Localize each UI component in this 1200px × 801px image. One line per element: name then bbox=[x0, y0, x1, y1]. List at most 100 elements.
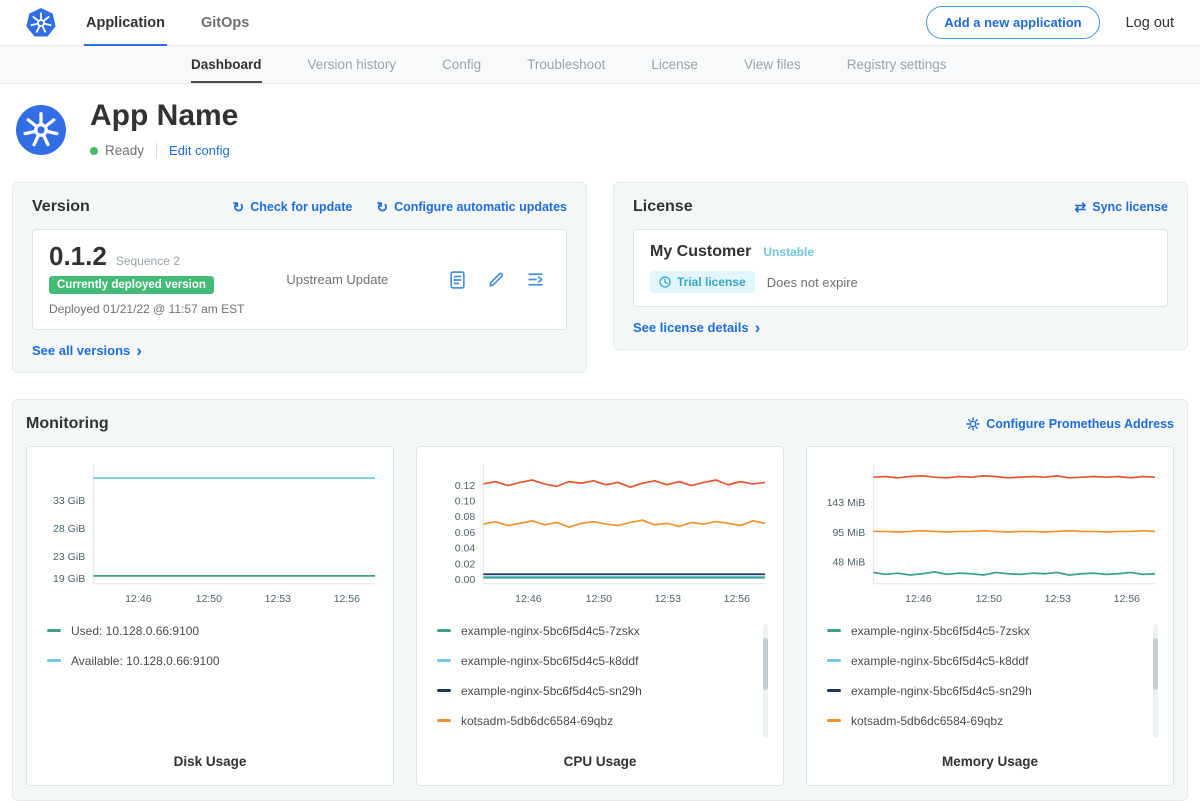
app-logo-icon bbox=[16, 105, 66, 155]
legend-item: kotsadm-5db6dc6584-69qbz bbox=[437, 714, 753, 728]
svg-text:12:46: 12:46 bbox=[125, 593, 152, 605]
configure-automatic-updates-label: Configure automatic updates bbox=[394, 200, 567, 214]
see-all-versions-link[interactable]: See all versions › bbox=[32, 343, 567, 358]
subnav-item-troubleshoot[interactable]: Troubleshoot bbox=[504, 46, 628, 83]
svg-text:12:46: 12:46 bbox=[905, 593, 932, 605]
svg-text:12:46: 12:46 bbox=[515, 593, 542, 605]
disk-usage-legend: Used: 10.128.0.66:9100Available: 10.128.… bbox=[39, 622, 381, 684]
legend-swatch-icon bbox=[47, 629, 61, 632]
svg-text:0.06: 0.06 bbox=[455, 527, 476, 539]
svg-text:19 GiB: 19 GiB bbox=[53, 573, 85, 585]
legend-label: example-nginx-5bc6f5d4c5-k8ddf bbox=[461, 654, 638, 668]
legend-swatch-icon bbox=[437, 629, 451, 632]
subnav-label: Config bbox=[442, 57, 481, 72]
svg-text:48 MiB: 48 MiB bbox=[832, 556, 865, 568]
legend-label: kotsadm-5db6dc6584-69qbz bbox=[851, 714, 1003, 728]
deployed-timestamp: Deployed 01/21/22 @ 11:57 am EST bbox=[49, 302, 244, 316]
legend-item: example-nginx-5bc6f5d4c5-sn29h bbox=[437, 684, 753, 698]
kubernetes-logo-icon bbox=[26, 8, 56, 38]
divider bbox=[156, 143, 157, 158]
see-license-details-link[interactable]: See license details › bbox=[633, 320, 1168, 335]
subnav-item-registry-settings[interactable]: Registry settings bbox=[824, 46, 970, 83]
legend-label: example-nginx-5bc6f5d4c5-7zskx bbox=[461, 624, 640, 638]
svg-text:0.04: 0.04 bbox=[455, 543, 476, 555]
sync-license-label: Sync license bbox=[1092, 200, 1168, 214]
version-number: 0.1.2 bbox=[49, 243, 107, 269]
legend-item: Used: 10.128.0.66:9100 bbox=[47, 624, 363, 638]
subnav-label: License bbox=[651, 57, 698, 72]
svg-text:12:50: 12:50 bbox=[976, 593, 1003, 605]
subnav-item-license[interactable]: License bbox=[628, 46, 721, 83]
svg-text:0.12: 0.12 bbox=[455, 480, 476, 492]
legend-scrollbar[interactable] bbox=[763, 624, 768, 738]
release-notes-button[interactable] bbox=[447, 269, 468, 290]
version-card-title: Version bbox=[32, 198, 90, 216]
memory-usage-legend: example-nginx-5bc6f5d4c5-7zskx example-ng… bbox=[819, 622, 1161, 744]
tab-application-label: Application bbox=[86, 15, 165, 31]
subnav-item-version-history[interactable]: Version history bbox=[285, 46, 420, 83]
svg-text:12:50: 12:50 bbox=[196, 593, 223, 605]
legend-label: example-nginx-5bc6f5d4c5-sn29h bbox=[461, 684, 642, 698]
legend-swatch-icon bbox=[827, 629, 841, 632]
tab-gitops[interactable]: GitOps bbox=[201, 0, 249, 46]
see-license-details-label: See license details bbox=[633, 320, 749, 335]
svg-text:12:56: 12:56 bbox=[724, 593, 751, 605]
legend-scrollbar-thumb[interactable] bbox=[763, 638, 768, 690]
clock-icon bbox=[659, 276, 671, 288]
legend-swatch-icon bbox=[437, 659, 451, 662]
memory-usage-title: Memory Usage bbox=[819, 744, 1161, 773]
check-for-update-label: Check for update bbox=[250, 200, 352, 214]
subnav-label: Version history bbox=[308, 57, 397, 72]
tab-application[interactable]: Application bbox=[86, 0, 165, 46]
subnav-label: View files bbox=[744, 57, 801, 72]
see-all-versions-label: See all versions bbox=[32, 343, 130, 358]
sync-icon: ⇄ bbox=[1075, 200, 1087, 214]
cpu-usage-panel: 0.000.020.040.060.080.100.1212:4612:5012… bbox=[416, 446, 784, 786]
dashboard-cards-row: Version ↻ Check for update ↻ Configure a… bbox=[0, 174, 1200, 373]
svg-text:12:50: 12:50 bbox=[586, 593, 613, 605]
legend-label: example-nginx-5bc6f5d4c5-sn29h bbox=[851, 684, 1032, 698]
disk-usage-chart: 19 GiB23 GiB28 GiB33 GiB12:4612:5012:531… bbox=[39, 459, 381, 612]
legend-swatch-icon bbox=[827, 659, 841, 662]
edit-config-link[interactable]: Edit config bbox=[169, 143, 230, 158]
svg-text:143 MiB: 143 MiB bbox=[827, 497, 866, 509]
tab-gitops-label: GitOps bbox=[201, 15, 249, 31]
subnav-item-config[interactable]: Config bbox=[419, 46, 504, 83]
pencil-icon bbox=[486, 269, 507, 290]
chevron-right-icon: › bbox=[755, 321, 761, 335]
svg-text:33 GiB: 33 GiB bbox=[53, 495, 85, 507]
legend-swatch-icon bbox=[827, 689, 841, 692]
logout-button[interactable]: Log out bbox=[1126, 15, 1174, 31]
license-details-box: My Customer Unstable Trial license Does … bbox=[633, 229, 1168, 307]
svg-text:0.02: 0.02 bbox=[455, 558, 476, 570]
add-application-button[interactable]: Add a new application bbox=[926, 6, 1099, 39]
legend-item: example-nginx-5bc6f5d4c5-sn29h bbox=[827, 684, 1143, 698]
app-subnav: Dashboard Version history Config Trouble… bbox=[0, 46, 1200, 84]
svg-text:23 GiB: 23 GiB bbox=[53, 551, 85, 563]
legend-scrollbar[interactable] bbox=[1153, 624, 1158, 738]
version-sequence: Sequence 2 bbox=[116, 254, 180, 268]
configure-prometheus-link[interactable]: Configure Prometheus Address bbox=[966, 417, 1174, 431]
sync-license-link[interactable]: ⇄ Sync license bbox=[1075, 200, 1168, 214]
legend-scrollbar-thumb[interactable] bbox=[1153, 638, 1158, 690]
app-header: App Name Ready Edit config bbox=[0, 84, 1200, 174]
page-title: App Name bbox=[90, 99, 238, 133]
svg-text:12:56: 12:56 bbox=[1114, 593, 1141, 605]
channel-label: Unstable bbox=[763, 245, 814, 259]
legend-swatch-icon bbox=[437, 689, 451, 692]
cpu-usage-legend: example-nginx-5bc6f5d4c5-7zskx example-ng… bbox=[429, 622, 771, 744]
diff-logs-button[interactable] bbox=[525, 269, 546, 290]
status-text: Ready bbox=[105, 143, 144, 158]
legend-label: example-nginx-5bc6f5d4c5-7zskx bbox=[851, 624, 1030, 638]
legend-label: example-nginx-5bc6f5d4c5-k8ddf bbox=[851, 654, 1028, 668]
check-for-update-link[interactable]: ↻ Check for update bbox=[232, 200, 352, 214]
subnav-label: Troubleshoot bbox=[527, 57, 605, 72]
status-dot-icon bbox=[90, 147, 98, 155]
edit-config-icon-button[interactable] bbox=[486, 269, 507, 290]
subnav-item-view-files[interactable]: View files bbox=[721, 46, 824, 83]
configure-automatic-updates-link[interactable]: ↻ Configure automatic updates bbox=[376, 200, 567, 214]
legend-swatch-icon bbox=[437, 719, 451, 722]
svg-text:0.10: 0.10 bbox=[455, 495, 476, 507]
svg-text:28 GiB: 28 GiB bbox=[53, 523, 85, 535]
subnav-item-dashboard[interactable]: Dashboard bbox=[168, 46, 285, 83]
